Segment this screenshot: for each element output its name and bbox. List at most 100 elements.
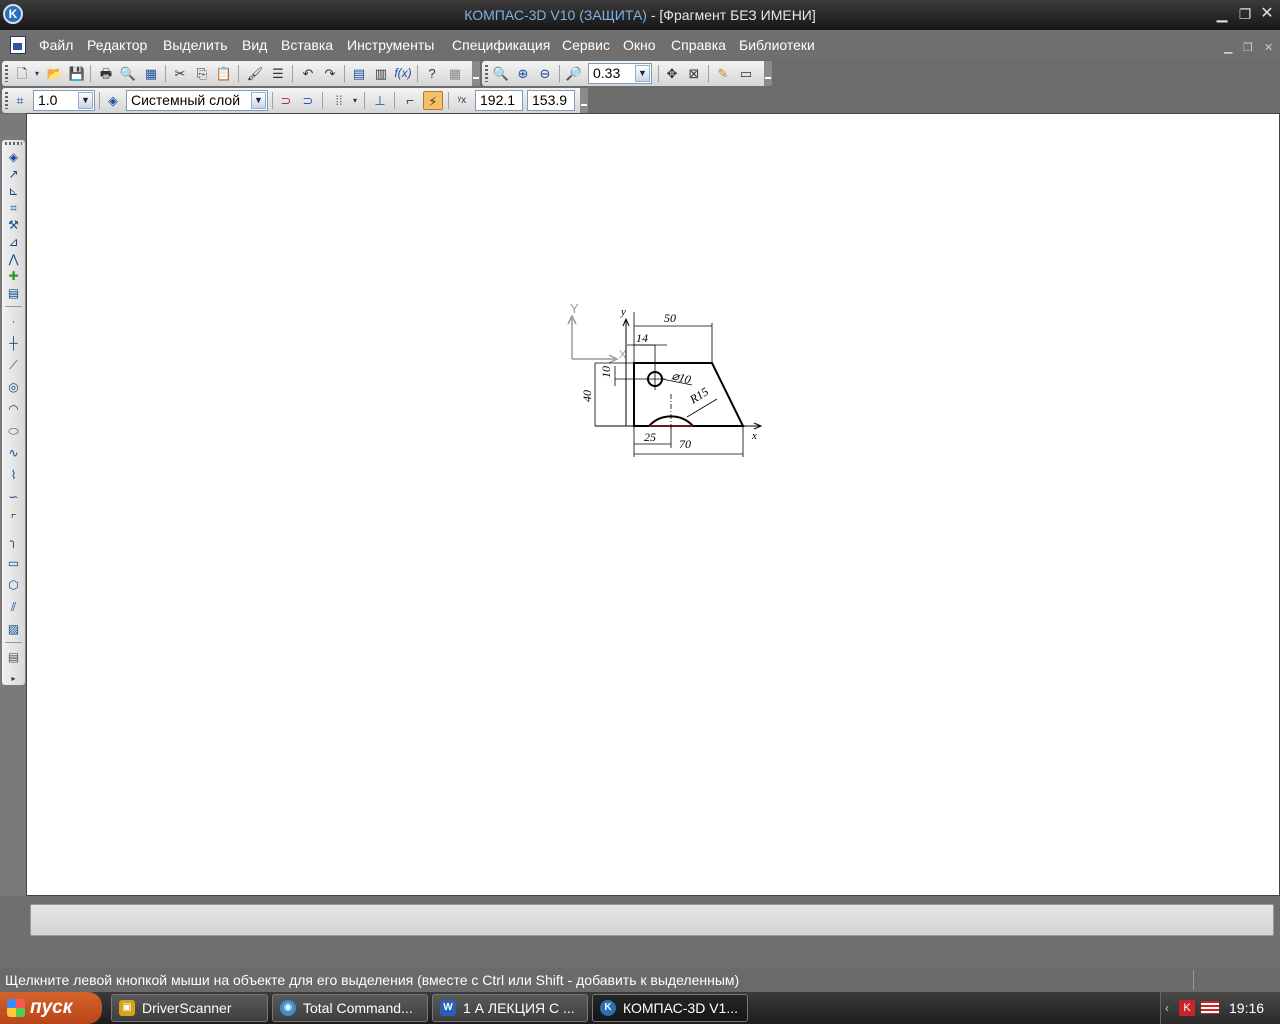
start-button[interactable]: пуск: [0, 992, 102, 1024]
bezier-curve-icon[interactable]: ∽: [4, 488, 23, 506]
cursor-step-icon[interactable]: ⌗: [10, 91, 30, 110]
local-snap-icon[interactable]: ⊃: [298, 91, 318, 110]
clock[interactable]: 19:16: [1229, 992, 1264, 1024]
new-document-icon[interactable]: 🗋: [12, 64, 32, 83]
screen-icon[interactable]: ▭: [736, 64, 756, 83]
fillet-icon[interactable]: ╮: [4, 532, 23, 550]
arc-icon[interactable]: ◠: [4, 400, 23, 418]
cursor-x-field[interactable]: 192.1: [475, 90, 523, 111]
menu-file[interactable]: Файл: [39, 37, 73, 53]
local-cs-icon[interactable]: ⊥: [370, 91, 390, 110]
dim-10[interactable]: 10: [599, 366, 613, 378]
save-icon[interactable]: 💾: [67, 64, 87, 83]
kaspersky-icon[interactable]: K: [1179, 1000, 1195, 1016]
geometry-panel-icon[interactable]: ◈: [4, 148, 23, 166]
print-preview-icon[interactable]: 🔍: [118, 64, 138, 83]
cursor-coords-icon[interactable]: ʸx: [452, 91, 472, 110]
grid-dropdown-icon[interactable]: ▾: [350, 91, 360, 110]
pan-icon[interactable]: ✥: [662, 64, 682, 83]
parametrization-panel-icon[interactable]: ⚒: [4, 216, 23, 234]
context-help-icon[interactable]: ?: [422, 64, 442, 83]
task-word-document[interactable]: W 1 А ЛЕКЦИЯ С ...: [432, 994, 588, 1022]
print-setup-icon[interactable]: ▦: [141, 64, 161, 83]
grid-icon[interactable]: ⁞⁞: [329, 91, 349, 110]
refresh-icon[interactable]: ✎: [713, 64, 733, 83]
chamfer-icon[interactable]: ⌜: [4, 510, 23, 528]
menu-tools[interactable]: Инструменты: [347, 37, 434, 53]
edit-panel-icon[interactable]: ⌗: [4, 199, 23, 217]
task-kompas[interactable]: K КОМПАС-3D V1...: [592, 994, 748, 1022]
paste-icon[interactable]: 📋: [214, 64, 234, 83]
point-icon[interactable]: ·: [4, 312, 23, 330]
show-all-icon[interactable]: ⊠: [684, 64, 704, 83]
snap-magnet-icon[interactable]: ⊃: [276, 91, 296, 110]
segment-icon[interactable]: ⟋: [4, 356, 23, 374]
measure-panel-icon[interactable]: ⊿: [4, 233, 23, 251]
open-folder-icon[interactable]: 📂: [45, 64, 65, 83]
menu-specification[interactable]: Спецификация: [452, 37, 550, 53]
menu-help[interactable]: Справка: [671, 37, 726, 53]
zoom-scale-combo[interactable]: 0.33 ▼: [588, 63, 652, 84]
hatch-icon[interactable]: ▨: [4, 620, 23, 638]
layers-icon[interactable]: ◈: [103, 91, 123, 110]
library-icon[interactable]: ▥: [371, 64, 391, 83]
dim-14[interactable]: 14: [636, 331, 648, 345]
print-icon[interactable]: 🖶: [96, 64, 116, 83]
manager-icon[interactable]: ▤: [349, 64, 369, 83]
ellipse-icon[interactable]: ⬭: [4, 422, 23, 440]
zoom-scale-icon[interactable]: 🔎: [564, 64, 584, 83]
rectangle-icon[interactable]: ▭: [4, 554, 23, 572]
undo-icon[interactable]: ↶: [298, 64, 318, 83]
toolbar-expand-icon[interactable]: ▸: [4, 670, 23, 688]
collect-contour-icon[interactable]: ▤: [4, 648, 23, 666]
menu-editor[interactable]: Редактор: [87, 37, 147, 53]
select-panel-icon[interactable]: ⋀: [4, 250, 23, 268]
calculator-icon[interactable]: ▦: [445, 64, 465, 83]
new-dropdown-icon[interactable]: ▾: [32, 64, 42, 83]
dim-50[interactable]: 50: [664, 311, 676, 325]
zoom-out-icon[interactable]: ⊖: [535, 64, 555, 83]
redo-icon[interactable]: ↷: [320, 64, 340, 83]
close-icon[interactable]: ✕: [1259, 6, 1275, 22]
menu-select[interactable]: Выделить: [163, 37, 228, 53]
doc-restore-icon[interactable]: ❐: [1243, 41, 1253, 54]
zoom-in-icon[interactable]: ⊕: [513, 64, 533, 83]
auxiliary-line-icon[interactable]: ┼: [4, 334, 23, 352]
minimize-icon[interactable]: ▁: [1214, 6, 1230, 22]
dim-radius-15[interactable]: R15: [686, 384, 711, 407]
properties-panel-body[interactable]: [30, 904, 1274, 936]
designations-panel-icon[interactable]: ⊾: [4, 182, 23, 200]
chevron-down-icon[interactable]: ▼: [78, 92, 93, 109]
task-driverscanner[interactable]: ▣ DriverScanner: [111, 994, 268, 1022]
language-flag-icon[interactable]: [1201, 1001, 1219, 1014]
zoom-window-icon[interactable]: 🔍: [491, 64, 511, 83]
dim-25[interactable]: 25: [644, 430, 656, 444]
menu-service[interactable]: Сервис: [562, 37, 610, 53]
chevron-down-icon[interactable]: ▼: [251, 92, 266, 109]
drawing-canvas[interactable]: Y X y x 50 14 10 40 25 70 ⌀10 R15: [26, 113, 1280, 896]
variables-fx-icon[interactable]: f(x): [393, 64, 413, 83]
cut-icon[interactable]: ✂: [170, 64, 190, 83]
menu-window[interactable]: Окно: [623, 37, 656, 53]
toolbar-options-icon[interactable]: [764, 61, 772, 86]
copy-icon[interactable]: ⎘: [192, 64, 212, 83]
dimensions-panel-icon[interactable]: ↗: [4, 165, 23, 183]
circle-icon[interactable]: ◎: [4, 378, 23, 396]
chevron-down-icon[interactable]: ▼: [635, 65, 650, 82]
format-painter-icon[interactable]: 🖌: [245, 64, 265, 83]
menu-insert[interactable]: Вставка: [281, 37, 333, 53]
dim-40[interactable]: 40: [580, 390, 594, 402]
reports-panel-icon[interactable]: ▤: [4, 284, 23, 302]
dim-diameter-10[interactable]: ⌀10: [670, 368, 692, 387]
doc-close-icon[interactable]: ✕: [1264, 41, 1273, 54]
cursor-y-field[interactable]: 153.9: [527, 90, 575, 111]
polygon-icon[interactable]: ⬡: [4, 576, 23, 594]
toolbar-options-icon[interactable]: [472, 61, 480, 86]
properties-icon[interactable]: ☰: [268, 64, 288, 83]
doc-minimize-icon[interactable]: ▁: [1224, 41, 1232, 54]
maximize-icon[interactable]: ❐: [1237, 6, 1253, 22]
polyline-icon[interactable]: ⌇: [4, 466, 23, 484]
ortho-mode-icon[interactable]: ⌐: [400, 91, 420, 110]
toolbar-options-icon[interactable]: [580, 88, 588, 113]
cursor-step-combo[interactable]: 1.0 ▼: [33, 90, 95, 111]
